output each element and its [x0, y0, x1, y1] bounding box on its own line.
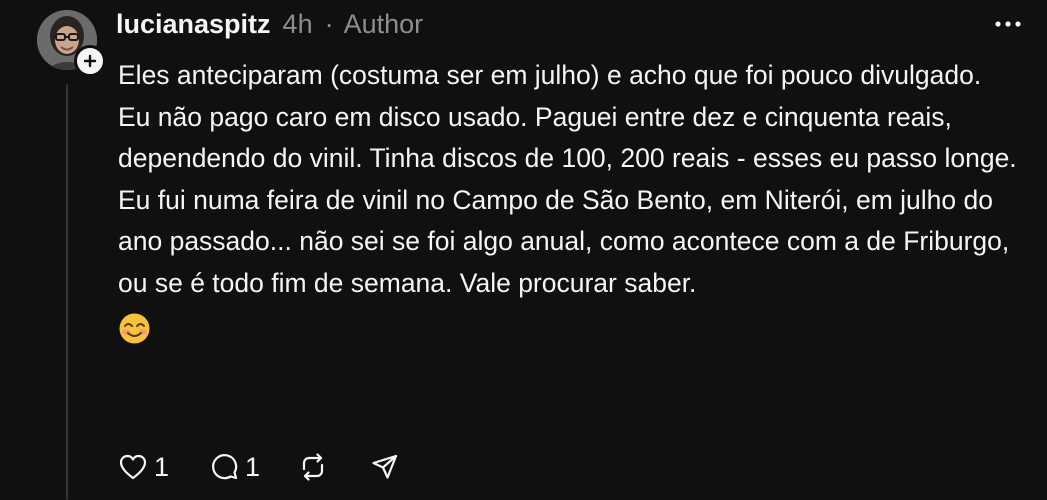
like-button[interactable]: 1 — [118, 452, 169, 483]
post-body: Eles anteciparam (costuma ser em julho) … — [118, 55, 1033, 346]
post-header: lucianaspitz 4h · Author — [116, 4, 423, 44]
post-paragraph: Eu fui numa feira de vinil no Campo de S… — [118, 184, 1010, 298]
thread-line — [66, 84, 68, 500]
share-button[interactable] — [370, 452, 400, 482]
like-count: 1 — [154, 451, 170, 482]
reply-count: 1 — [245, 451, 261, 482]
more-options-button[interactable] — [990, 12, 1026, 36]
share-icon — [372, 454, 398, 479]
reply-button[interactable]: 1 — [209, 452, 260, 483]
plus-icon — [83, 54, 97, 68]
comment-icon — [212, 454, 238, 480]
repost-button[interactable] — [298, 452, 328, 482]
username-link[interactable]: lucianaspitz — [116, 9, 271, 40]
heart-icon — [119, 454, 147, 480]
emoji-line — [118, 304, 1033, 346]
post-actions: 1 1 — [118, 450, 400, 484]
author-badge: Author — [343, 8, 424, 39]
smiling-face-with-glasses-icon — [118, 312, 151, 345]
avatar-container[interactable] — [37, 10, 106, 77]
repost-icon — [302, 453, 324, 481]
post-timestamp[interactable]: 4h — [283, 9, 313, 40]
post-paragraph: Eu não pago caro em disco usado. Paguei … — [118, 101, 1017, 174]
header-separator: · — [324, 8, 334, 39]
post-paragraph: Eles anteciparam (costuma ser em julho) … — [118, 60, 982, 90]
follow-plus-button[interactable] — [74, 45, 106, 77]
more-horizontal-icon — [995, 21, 1021, 27]
